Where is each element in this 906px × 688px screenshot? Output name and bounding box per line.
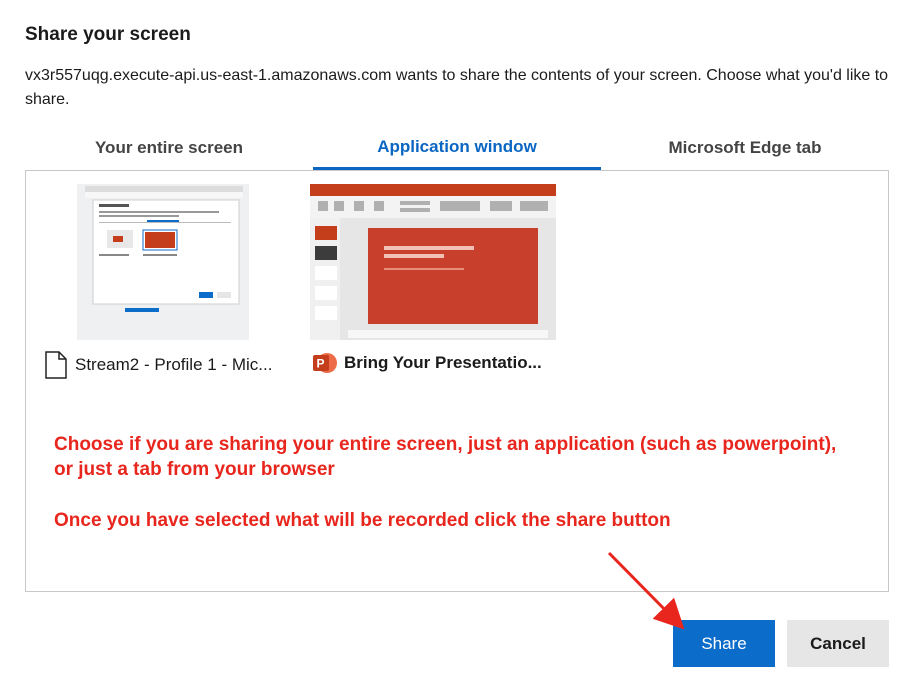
powerpoint-preview-image: [310, 184, 556, 340]
document-icon: [45, 351, 67, 379]
tab-bar: Your entire screen Application window Mi…: [25, 126, 889, 171]
dialog-description: vx3r557uqg.execute-api.us-east-1.amazona…: [25, 67, 889, 108]
window-title: Bring Your Presentatio...: [344, 353, 542, 372]
instruction-note-share: Once you have selected what will be reco…: [54, 510, 671, 531]
tab-entire-screen[interactable]: Your entire screen: [25, 126, 313, 170]
window-list-panel: Stream2 - Profile 1 - Mic... P Bring You…: [25, 170, 889, 592]
window-label-row: Stream2 - Profile 1 - Mic...: [43, 350, 272, 380]
window-option-stream2[interactable]: Stream2 - Profile 1 - Mic...: [41, 182, 281, 382]
svg-text:P: P: [317, 357, 325, 371]
stream2-preview-image: [77, 184, 249, 340]
window-thumbnail: [310, 184, 556, 340]
dialog-title: Share your screen: [25, 24, 191, 45]
window-title: Stream2 - Profile 1 - Mic...: [75, 355, 273, 374]
tab-application-window[interactable]: Application window: [313, 126, 601, 170]
cancel-button[interactable]: Cancel: [787, 620, 889, 667]
share-screen-dialog: Share your screen vx3r557uqg.execute-api…: [0, 0, 906, 688]
window-label-row: P Bring Your Presentatio...: [312, 350, 542, 376]
window-option-powerpoint[interactable]: P Bring Your Presentatio...: [306, 182, 566, 382]
window-thumbnail: [77, 184, 249, 340]
share-button[interactable]: Share: [673, 620, 775, 667]
powerpoint-icon: P: [313, 353, 337, 373]
tab-edge-tab[interactable]: Microsoft Edge tab: [601, 126, 889, 170]
instruction-note: Choose if you are sharing your entire sc…: [54, 434, 837, 480]
